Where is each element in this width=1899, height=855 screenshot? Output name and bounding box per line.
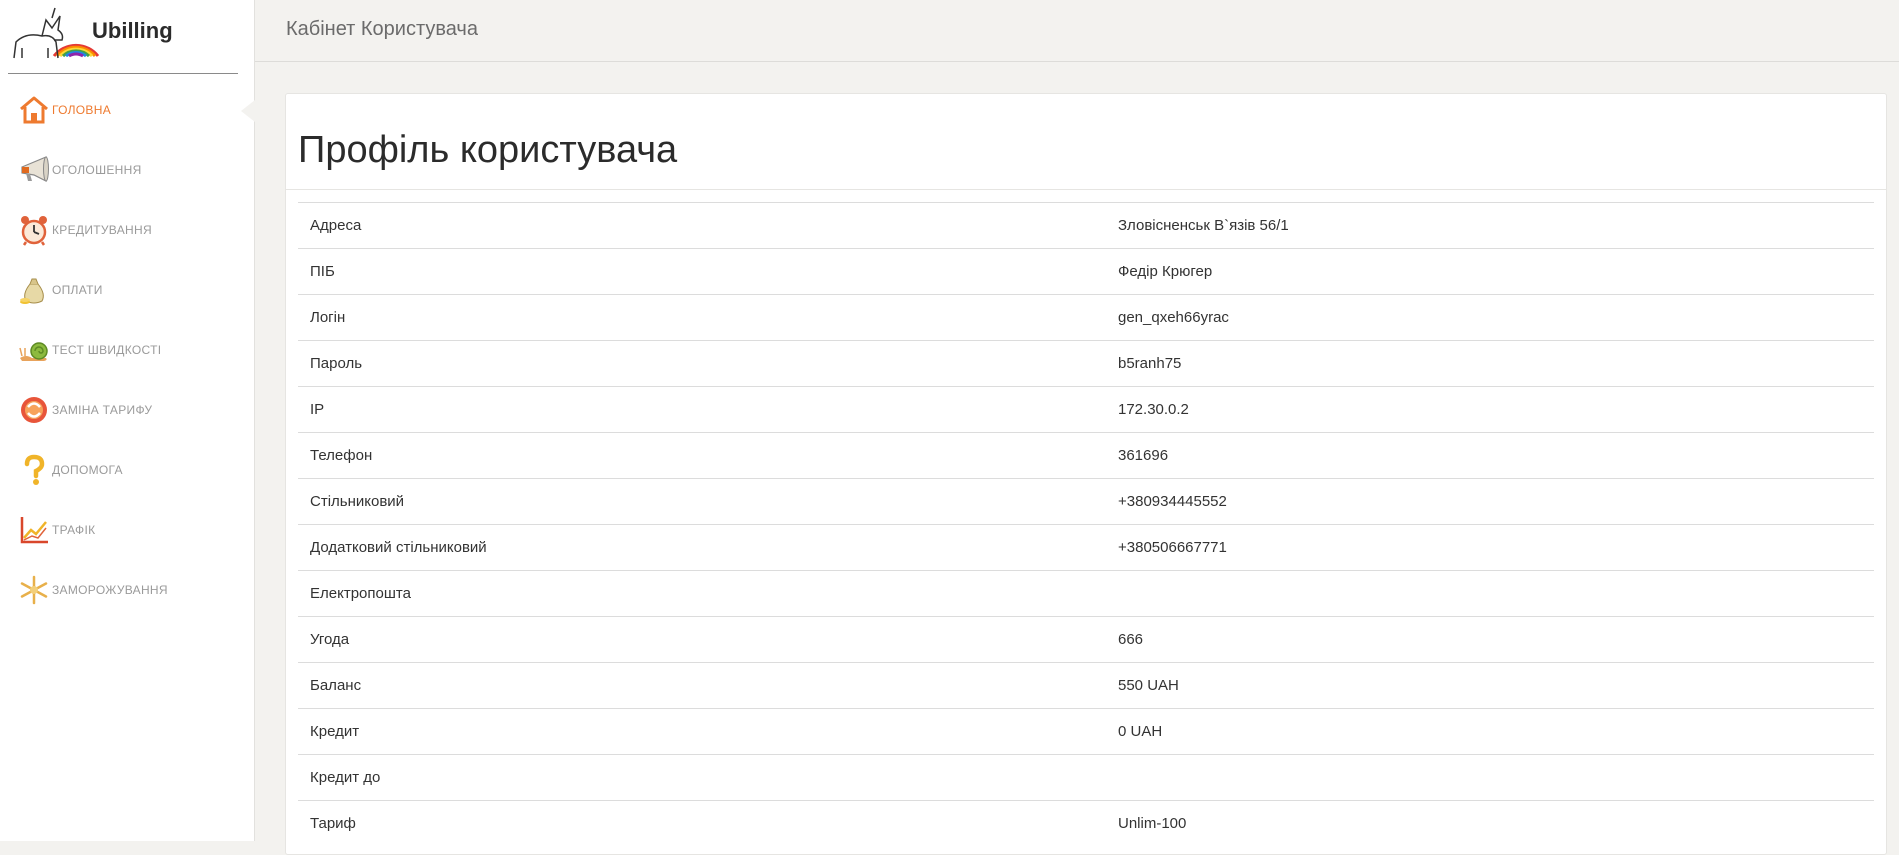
table-row: Адреса Зловісненськ В`язів 56/1: [298, 202, 1874, 249]
row-value: 361696: [1118, 447, 1169, 464]
sidebar-item-label: Тест швидкості: [52, 343, 162, 357]
sidebar-item-home[interactable]: Головна: [0, 80, 255, 140]
row-value: +380934445552: [1118, 493, 1227, 510]
sidebar-item-label: Оголошення: [52, 163, 142, 177]
sidebar-item-speed-test[interactable]: Тест швидкості: [0, 320, 254, 380]
row-label: Кредит до: [310, 769, 381, 786]
megaphone-icon: [21, 156, 49, 182]
row-label: Угода: [310, 631, 350, 648]
sidebar-item-help[interactable]: Допомога: [0, 440, 254, 500]
table-row: Електропошта: [298, 570, 1874, 617]
row-value: b5ranh75: [1118, 355, 1182, 372]
sidebar-nav: Головна Оголошення Кредитування: [0, 80, 255, 620]
table-row: Стільниковий +380934445552: [298, 478, 1874, 525]
brand-name: Ubilling: [92, 18, 173, 43]
row-label: Адреса: [310, 217, 362, 234]
brand[interactable]: Ubilling: [8, 6, 238, 72]
row-label: Тариф: [310, 815, 356, 833]
row-value: Зловісненськ В`язів 56/1: [1118, 217, 1289, 234]
row-label: Логін: [310, 309, 346, 326]
row-value: Федір Крюгер: [1118, 263, 1213, 280]
table-row: Угода 666: [298, 616, 1874, 663]
brand-divider: [8, 73, 238, 74]
row-value: 0 UAH: [1118, 723, 1163, 740]
sidebar-item-traffic[interactable]: Трафік: [0, 500, 254, 560]
sidebar: Ubilling Головна Оголошення: [0, 0, 255, 841]
table-row: Тариф Unlim-100: [298, 800, 1874, 847]
card-divider: [286, 189, 1886, 190]
row-label: Пароль: [310, 355, 363, 372]
sidebar-item-freeze[interactable]: Заморожування: [0, 560, 254, 620]
row-value: Unlim-100: [1118, 815, 1187, 833]
table-row: Логін gen_qxeh66yrac: [298, 294, 1874, 341]
swap-tariff-icon: [21, 397, 47, 423]
table-row: ПІБ Федір Крюгер: [298, 248, 1874, 295]
row-value: 172.30.0.2: [1118, 401, 1189, 418]
row-label: ПІБ: [310, 263, 335, 280]
row-label: Стільниковий: [310, 493, 405, 510]
page-header: Кабінет Користувача: [255, 0, 1899, 62]
sidebar-item-label: Заморожування: [52, 583, 168, 597]
row-value: [1106, 571, 1874, 617]
sidebar-item-label: Оплати: [52, 283, 103, 297]
page-title: Кабінет Користувача: [286, 18, 478, 40]
sidebar-item-credit[interactable]: Кредитування: [0, 200, 254, 260]
row-label: Кредит: [310, 723, 360, 740]
table-row: Додатковий стільниковий +380506667771: [298, 524, 1874, 571]
sidebar-item-label: Головна: [52, 103, 112, 117]
row-value: 550 UAH: [1118, 677, 1179, 694]
chart-icon: [20, 517, 48, 544]
sidebar-item-tariff-change[interactable]: Заміна тарифу: [0, 380, 254, 440]
table-row: Кредит до: [298, 754, 1874, 801]
row-label: Телефон: [310, 447, 373, 464]
row-value: +380506667771: [1118, 539, 1227, 556]
row-value: gen_qxeh66yrac: [1118, 309, 1229, 326]
money-bag-icon: [20, 278, 44, 304]
row-label: IP: [310, 401, 325, 418]
row-label: Додатковий стільниковий: [310, 539, 487, 556]
profile-table: Адреса Зловісненськ В`язів 56/1 ПІБ Федір …: [298, 202, 1874, 847]
active-indicator: [241, 100, 255, 122]
row-value: 666: [1118, 631, 1144, 648]
table-row: Баланс 550 UAH: [298, 662, 1874, 709]
sidebar-item-payments[interactable]: Оплати: [0, 260, 254, 320]
snowflake-icon: [20, 575, 48, 605]
sidebar-item-announcements[interactable]: Оголошення: [0, 140, 254, 200]
table-row: Кредит 0 UAH: [298, 708, 1874, 755]
table-row: Пароль b5ranh75: [298, 340, 1874, 387]
row-label: Баланс: [310, 677, 362, 694]
home-icon: [20, 96, 48, 124]
table-row: Телефон 361696: [298, 432, 1874, 479]
snail-icon: [19, 342, 48, 361]
row-label: Електропошта: [310, 585, 411, 602]
sidebar-item-label: Кредитування: [52, 223, 152, 237]
alarm-clock-icon: [21, 216, 47, 246]
question-icon: [24, 454, 45, 485]
profile-title: Профіль користувача: [298, 129, 678, 172]
profile-card: Профіль користувача Адреса Зловісненськ В…: [285, 93, 1887, 855]
sidebar-item-label: Допомога: [52, 463, 123, 477]
table-row: IP 172.30.0.2: [298, 386, 1874, 433]
unicorn-logo-icon: [13, 7, 100, 59]
row-value: [1106, 755, 1874, 801]
sidebar-item-label: Заміна тарифу: [52, 403, 153, 417]
sidebar-item-label: Трафік: [52, 523, 96, 537]
